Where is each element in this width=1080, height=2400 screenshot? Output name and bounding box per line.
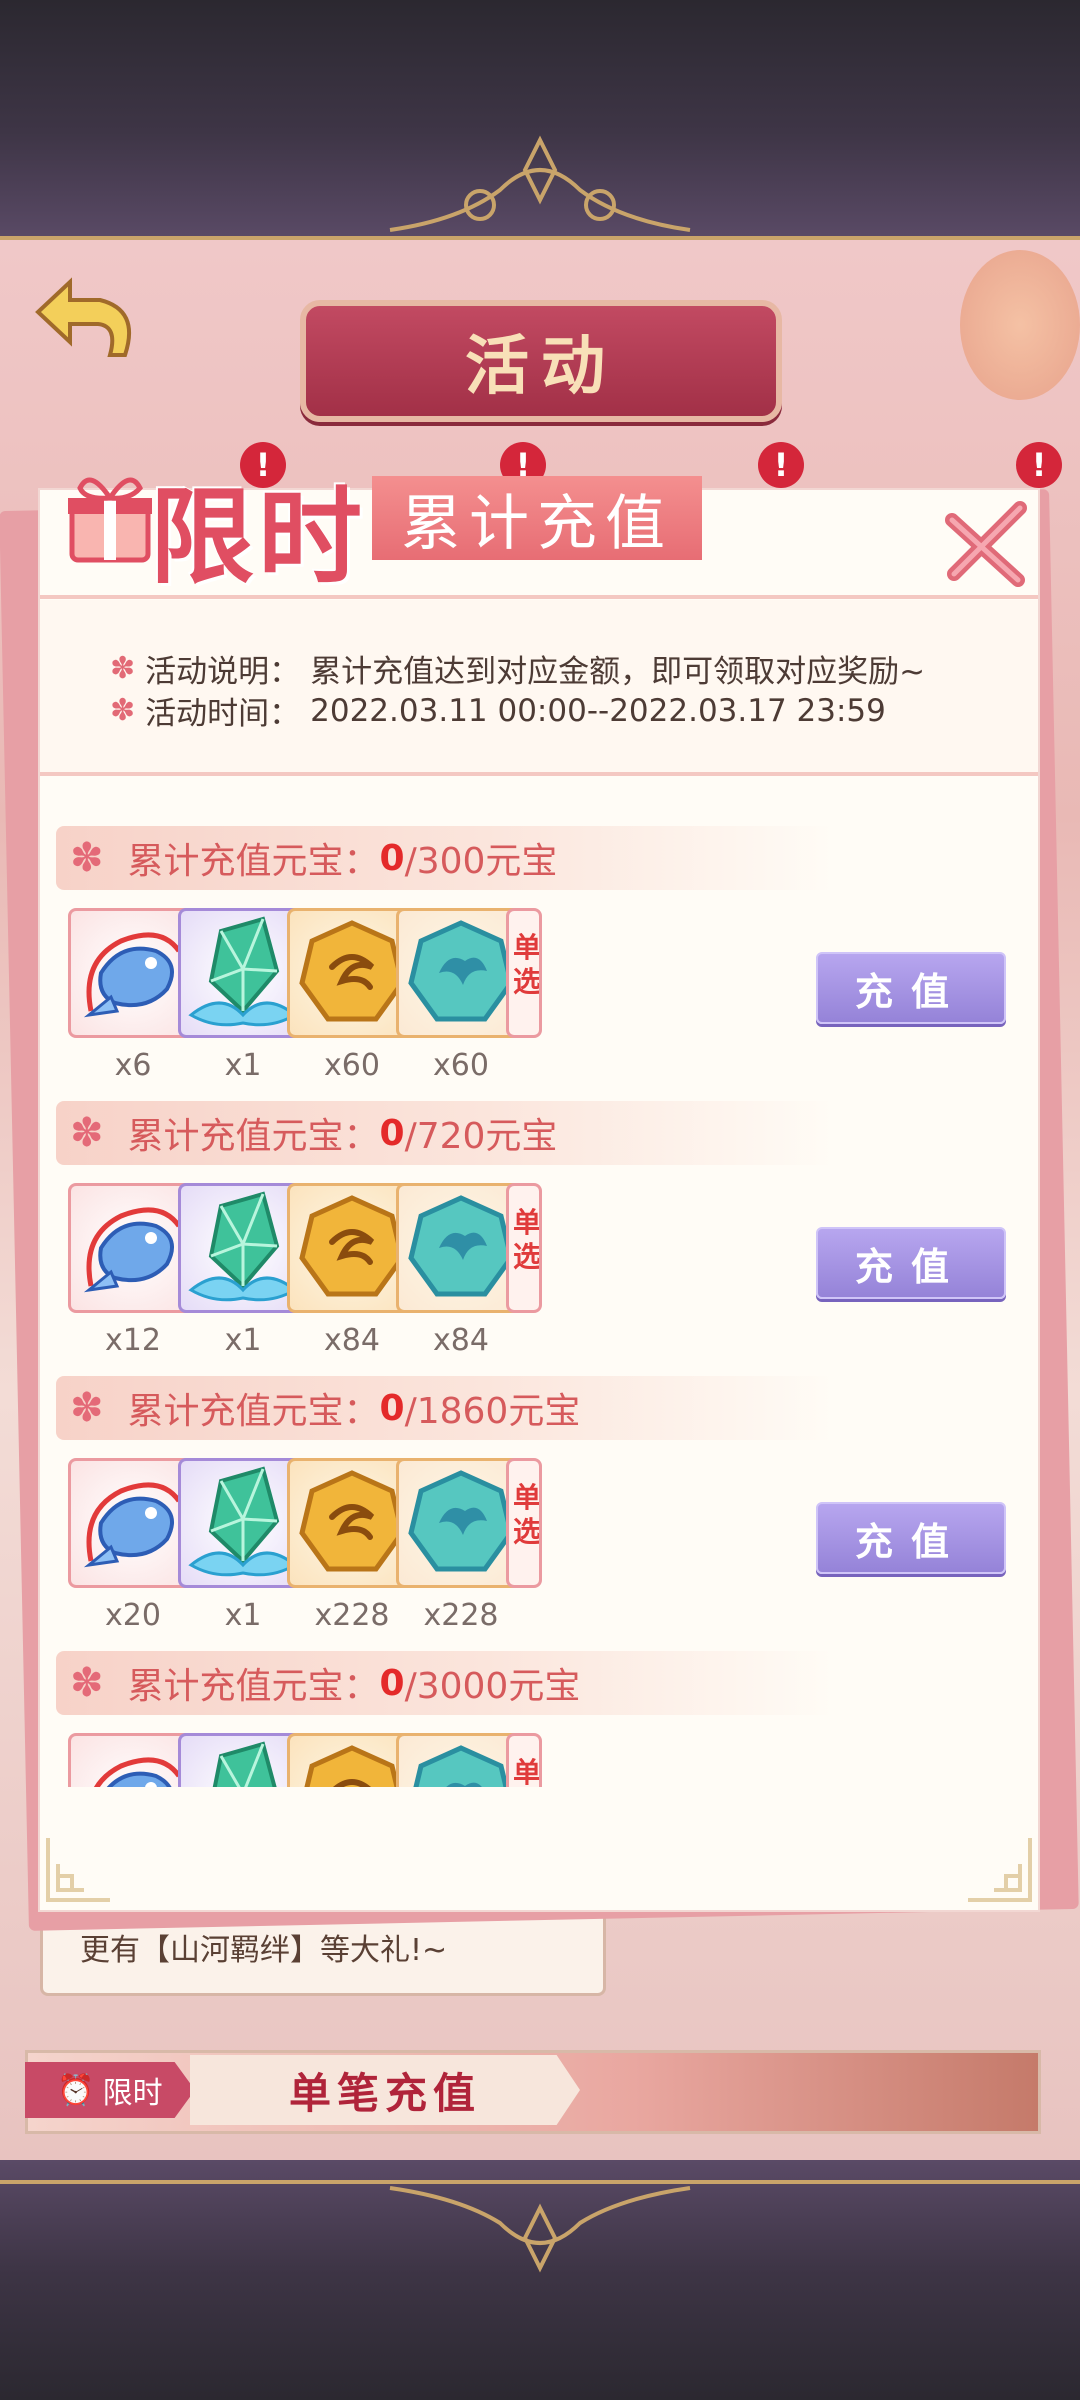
tier-header: ✽ 累计充值元宝： 0/300元宝 [56,826,836,890]
limited-tag: ⏰ 限时 [25,2062,195,2118]
modal-subtitle-box: 累计充值 [372,476,702,560]
flower-icon: ✽ [70,1660,104,1706]
time-row: ✽ 活动时间： 2022.03.11 00:00--2022.03.17 23:5… [110,688,886,733]
tier-progress-goal: /3000元宝 [404,1666,581,1707]
tier-progress-goal: /1860元宝 [404,1391,581,1432]
tier-label: 累计充值元宝： [127,1666,380,1707]
alert-badge: ! [758,442,804,488]
reward-tier: ✽ 累计充值元宝：0/3000元宝单选 [56,1637,1026,1787]
modal-title-limited: 限时 [150,475,367,598]
tier-progress-current: 0 [379,1387,405,1429]
item-quantity: x60 [433,1048,489,1083]
clock-icon: ⏰ [57,2072,95,2108]
choice-chest-icon[interactable]: 单选 [506,1733,542,1787]
flower-icon: ✽ [70,835,104,881]
choice-item-label: 单选 [513,1756,542,1787]
lantern-icon [960,250,1080,400]
time-text: 2022.03.11 00:00--2022.03.17 23:59 [310,692,886,729]
background-note-text: 更有【山河羁绊】等大礼!~ [80,1933,448,1968]
close-icon[interactable] [940,498,1030,588]
choice-item-label: 单选 [513,1481,542,1548]
tier-header: ✽ 累计充值元宝： 0/1860元宝 [56,1376,836,1440]
recharge-button[interactable]: 充值 [816,1502,1006,1574]
flower-icon: ✽ [70,1110,104,1156]
tier-progress-current: 0 [379,837,405,879]
flower-icon: ✽ [70,1385,104,1431]
tier-progress-goal: /300元宝 [404,841,558,882]
tier-progress-goal: /720元宝 [404,1116,558,1157]
bottom-ornament-icon [389,2186,691,2273]
gift-icon [68,477,152,563]
description-text: 累计充值达到对应金额，即可领取对应奖励~ [310,654,926,690]
tier-label: 累计充值元宝： [127,1391,380,1432]
choice-chest-icon[interactable]: 单选 [506,908,542,1038]
back-arrow-icon[interactable] [30,270,150,380]
flower-icon: ✽ [110,693,136,728]
recharge-button[interactable]: 充值 [816,952,1006,1024]
top-ornament-icon [389,135,691,232]
recharge-button[interactable]: 充值 [816,1227,1006,1299]
tier-header: ✽ 累计充值元宝： 0/720元宝 [56,1101,836,1165]
tier-label: 累计充值元宝： [127,1116,380,1157]
flower-icon: ✽ [110,651,136,686]
reward-tier: ✽ 累计充值元宝： 0/1860元宝 x20 x1 x228 x228 单选 充值 [56,1362,1026,1637]
page-title: 活动 [465,329,617,404]
corner-ornament-icon [46,1838,110,1902]
reward-tier-list[interactable]: ✽ 累计充值元宝： 0/300元宝 x6 x1 x60 x60 单选 充值 ✽ 累计充值元宝： 0/7… [40,812,1038,1787]
item-quantity: x84 [433,1323,489,1358]
item-quantity: x228 [423,1598,499,1633]
alert-badge: ! [1016,442,1062,488]
choice-chest-icon[interactable]: 单选 [506,1183,542,1313]
description-row: ✽ 活动说明： 累计充值达到对应金额，即可领取对应奖励~ [110,646,925,691]
choice-item-label: 单选 [513,931,542,998]
tier-progress-current: 0 [379,1112,405,1154]
top-frame [0,0,1080,240]
choice-chest-icon[interactable]: 单选 [506,1458,542,1588]
header-banner: 活动 [300,300,782,422]
description-label: 活动说明： [145,654,301,690]
reward-tier: ✽ 累计充值元宝： 0/300元宝 x6 x1 x60 x60 单选 充值 [56,812,1026,1087]
bottom-frame [0,2160,1080,2400]
time-label: 活动时间： [145,696,301,732]
corner-ornament-icon [968,1838,1032,1902]
tier-label: 累计充值元宝： [127,841,380,882]
reward-tier: ✽ 累计充值元宝： 0/720元宝 x12 x1 x84 x84 单选 充值 [56,1087,1026,1362]
tier-header: ✽ 累计充值元宝： 0/3000元宝 [56,1651,836,1715]
limited-tag-label: 限时 [102,2076,163,2111]
tier-progress-current: 0 [379,1662,405,1704]
choice-item-label: 单选 [513,1206,542,1273]
modal-subtitle: 累计充值 [401,488,673,559]
single-recharge-title: 单笔充值 [190,2055,580,2125]
